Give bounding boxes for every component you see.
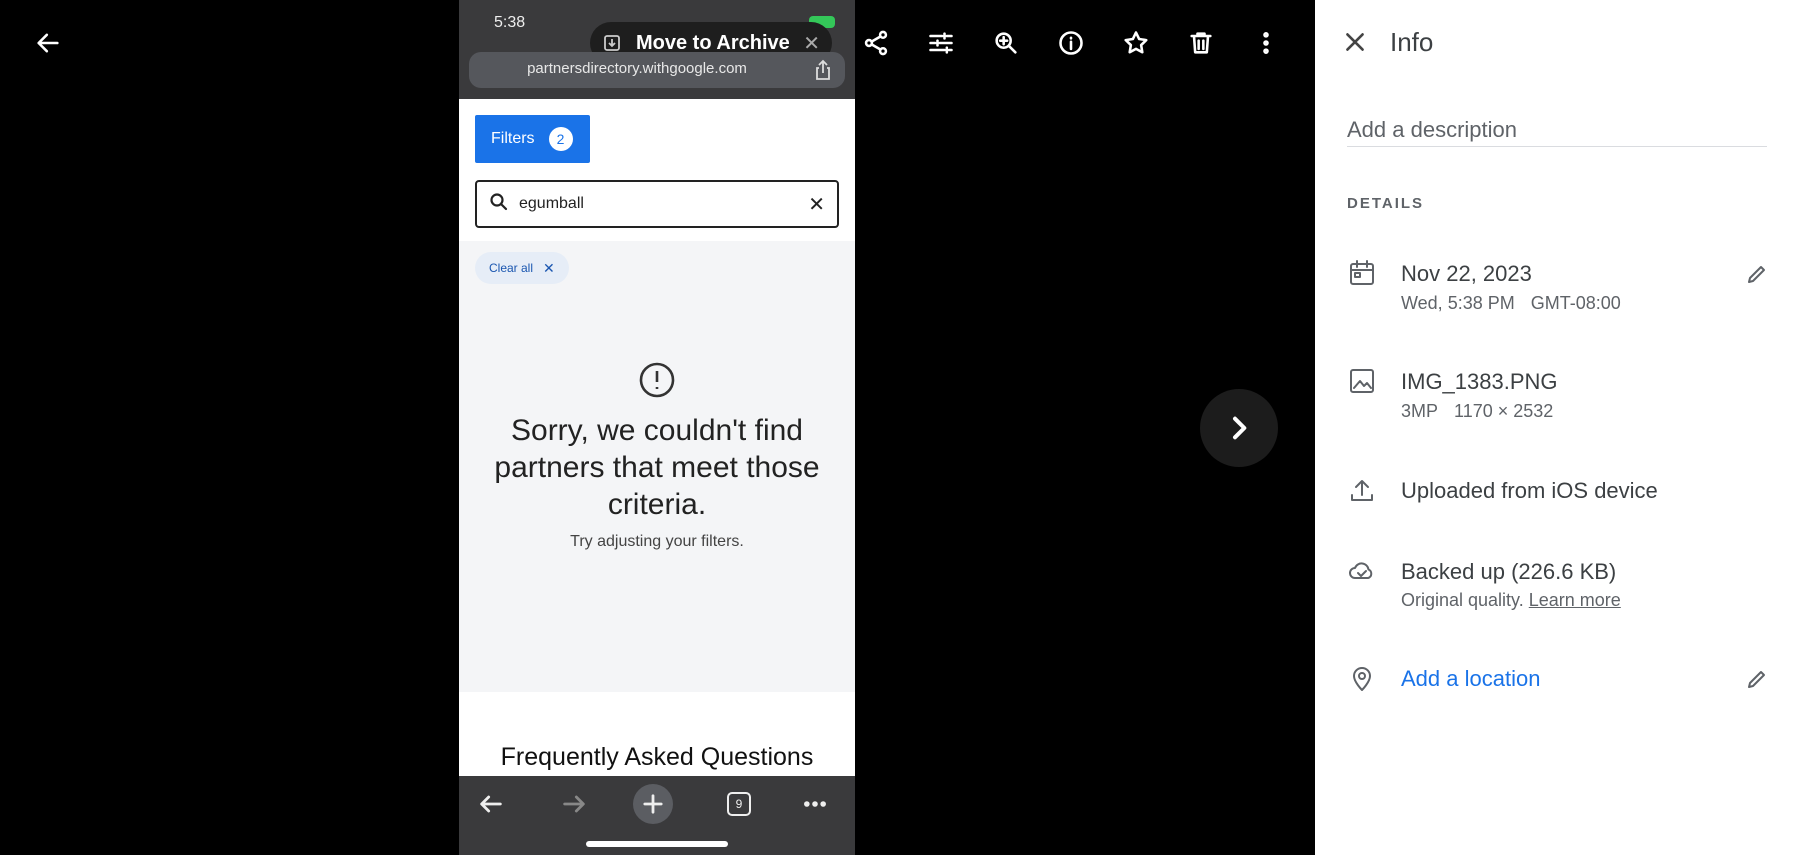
- browser-back-icon: [471, 784, 511, 824]
- search-value: egumball: [519, 195, 584, 212]
- zoom-button[interactable]: [984, 21, 1028, 65]
- photo-viewer: 5:38 Move to Archive ✕ partnersdirectory…: [0, 0, 1315, 855]
- url-bar: partnersdirectory.withgoogle.com: [469, 52, 845, 88]
- search-clear-icon: ✕: [808, 193, 825, 216]
- file-subtext: 3MP 1170 × 2532: [1401, 401, 1553, 422]
- more-options-button[interactable]: [1244, 21, 1288, 65]
- photo-content: 5:38 Move to Archive ✕ partnersdirectory…: [459, 0, 855, 855]
- browser-share-icon: [813, 59, 833, 81]
- close-icon: [1346, 33, 1364, 51]
- info-title: Info: [1390, 27, 1434, 57]
- back-button[interactable]: [26, 21, 70, 65]
- pencil-icon: [1748, 266, 1765, 283]
- chevron-right-icon: [1233, 416, 1247, 440]
- zoom-in-icon: [995, 32, 1017, 54]
- arrow-back-icon: [37, 33, 59, 53]
- home-indicator: [586, 841, 728, 847]
- url-text: partnersdirectory.withgoogle.com: [527, 60, 747, 77]
- image-icon: [1347, 366, 1377, 396]
- tab-count: 9: [727, 792, 751, 816]
- filters-label: Filters: [491, 130, 535, 147]
- add-location-row: Add a location: [1401, 666, 1540, 692]
- archive-icon: [602, 33, 622, 53]
- clear-all-chip: Clear all ✕: [475, 252, 569, 284]
- clear-all-label: Clear all: [489, 261, 534, 275]
- location-pin-icon: [1347, 663, 1377, 693]
- browser-forward-icon: [554, 784, 594, 824]
- filters-count-badge: 2: [548, 127, 573, 151]
- browser-more-icon: [795, 784, 835, 824]
- favorite-button[interactable]: [1114, 21, 1158, 65]
- edit-location-button[interactable]: [1743, 665, 1771, 693]
- clear-all-close-icon: ✕: [543, 259, 555, 276]
- empty-state-title: Sorry, we couldn't find partners that me…: [494, 414, 820, 521]
- edit-date-button[interactable]: [1743, 260, 1771, 288]
- learn-more-link[interactable]: Learn more: [1529, 590, 1621, 610]
- trash-icon: [1190, 32, 1212, 54]
- phone-status-bar: 5:38 Move to Archive ✕ partnersdirectory…: [459, 0, 855, 99]
- close-info-button[interactable]: [1335, 22, 1375, 62]
- backup-status: Backed up (226.6 KB): [1401, 559, 1617, 584]
- timezone: GMT-08:00: [1530, 293, 1621, 313]
- share-icon: [864, 30, 888, 56]
- star-icon: [1124, 31, 1148, 54]
- alert-icon: [637, 360, 677, 400]
- details-heading: DETAILS: [1347, 195, 1425, 212]
- info-button[interactable]: [1049, 21, 1093, 65]
- day-time: Wed, 5:38 PM: [1401, 293, 1515, 313]
- next-photo-button[interactable]: [1200, 389, 1278, 467]
- add-location-link[interactable]: Add a location: [1401, 666, 1540, 691]
- file-name: IMG_1383.PNG: [1401, 369, 1558, 394]
- upload-text: Uploaded from iOS device: [1401, 478, 1658, 503]
- faq-title: Frequently Asked Questions: [500, 743, 814, 771]
- phone-search-box: egumball ✕: [475, 180, 839, 228]
- phone-browser-nav: 9: [459, 776, 855, 855]
- tune-icon: [929, 32, 953, 54]
- delete-button[interactable]: [1179, 21, 1223, 65]
- pencil-icon: [1748, 671, 1765, 688]
- backup-quality: Original quality.: [1401, 590, 1524, 610]
- cloud-done-icon: [1347, 556, 1377, 586]
- date-subtext: Wed, 5:38 PM GMT-08:00: [1401, 293, 1621, 314]
- backup-quality-line: Original quality. Learn more: [1401, 590, 1621, 611]
- upload-icon: [1347, 475, 1377, 505]
- phone-time: 5:38: [494, 14, 526, 31]
- more-vert-icon: [1263, 32, 1269, 54]
- filters-chip: Filters 2: [475, 115, 590, 163]
- browser-tabs-icon: 9: [719, 784, 759, 824]
- browser-new-tab-icon: [633, 784, 673, 824]
- filters-area: Filters 2 egumball ✕: [459, 99, 855, 241]
- search-icon: [489, 192, 509, 217]
- info-icon: [1059, 31, 1083, 55]
- edit-button[interactable]: [919, 21, 963, 65]
- share-button[interactable]: [854, 21, 898, 65]
- empty-state-hint: Try adjusting your filters.: [570, 533, 744, 550]
- megapixels: 3MP: [1401, 401, 1439, 421]
- description-input[interactable]: [1347, 113, 1767, 147]
- photo-viewer-app: 5:38 Move to Archive ✕ partnersdirectory…: [0, 0, 1800, 855]
- info-panel: Info DETAILS Nov 22, 2023 Wed, 5:38 PM GM…: [1315, 0, 1800, 855]
- date-text: Nov 22, 2023: [1401, 261, 1532, 286]
- calendar-icon: [1347, 258, 1377, 288]
- dimensions: 1170 × 2532: [1454, 401, 1554, 421]
